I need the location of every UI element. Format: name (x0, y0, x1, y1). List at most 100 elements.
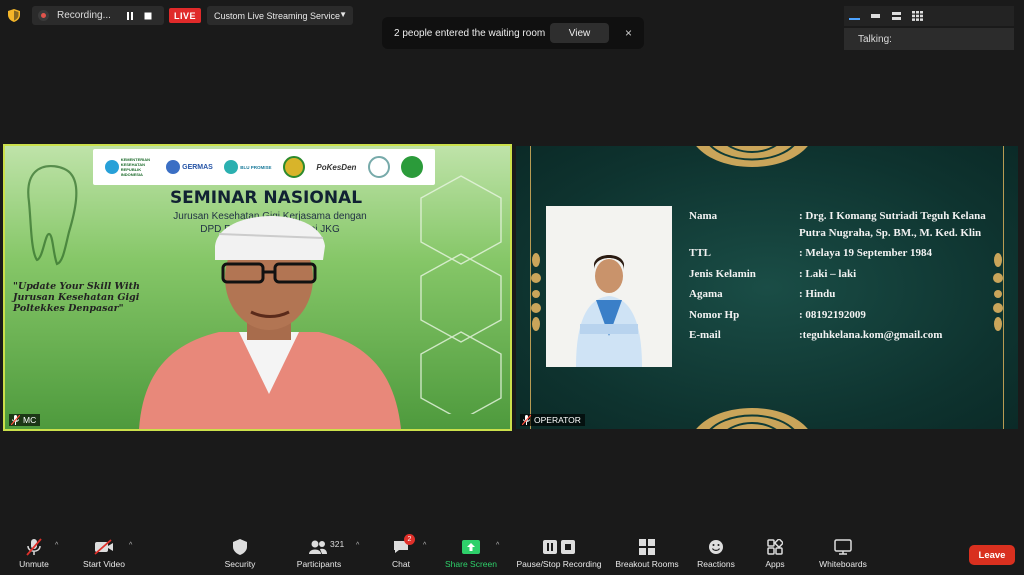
reactions-smiley-icon (708, 538, 724, 556)
breakout-rooms-icon (639, 538, 655, 556)
audio-options-caret-icon[interactable]: ^ (55, 542, 58, 549)
tooth-illustration (27, 165, 78, 266)
logo-text: KEMENTERIAN KESEHATAN REPUBLIK INDONESIA (120, 157, 151, 177)
stop-icon (144, 12, 152, 19)
poltekkes-seal-logo (282, 156, 305, 178)
live-stream-service-dropdown[interactable]: Custom Live Streaming Service ▼ (207, 6, 353, 25)
start-video-label: Start Video (83, 559, 125, 569)
pause-stop-icons (543, 538, 575, 556)
logo-text: PoKesDen (316, 162, 357, 172)
pause-stop-recording-button[interactable]: Pause/Stop Recording (513, 538, 605, 569)
presenter-mc-video (139, 215, 401, 429)
apps-label: Apps (765, 559, 785, 569)
bio-row-religion: Agama : Hindu (689, 286, 994, 303)
recording-indicator: Recording... (32, 6, 164, 25)
security-label: Security (224, 559, 256, 569)
notification-message: 2 people entered the waiting room (394, 27, 546, 39)
sponsor-logo-strip: KEMENTERIAN KESEHATAN REPUBLIK INDONESIA… (93, 149, 435, 185)
mic-muted-icon (11, 415, 20, 425)
bio-value: : Hindu (799, 288, 836, 300)
bio-key: TTL (689, 247, 712, 259)
pause-icon (543, 540, 557, 554)
apps-button[interactable]: Apps (760, 538, 790, 569)
bio-row-name: Nama : Drg. I Komang Sutriadi Teguh Kela… (689, 208, 994, 241)
breakout-rooms-button[interactable]: Breakout Rooms (612, 538, 682, 569)
video-options-caret-icon[interactable]: ^ (129, 542, 132, 549)
bio-value: : Laki – laki (799, 267, 857, 280)
view-waiting-room-button[interactable]: View (550, 23, 609, 43)
record-dot-icon (38, 10, 49, 21)
caret-down-icon: ▼ (339, 10, 347, 19)
reactions-button[interactable]: Reactions (694, 538, 738, 569)
stop-recording-button[interactable] (141, 9, 155, 23)
chat-unread-badge: 2 (404, 534, 415, 545)
logo-text: BLU PROMISE (240, 164, 272, 170)
bio-row-phone: Nomor Hp : 08192192009 (689, 307, 994, 324)
speaker-view-icon[interactable] (848, 10, 861, 22)
breakout-rooms-label: Breakout Rooms (615, 559, 679, 569)
speaker-photo (546, 206, 672, 367)
mandala-ornament-bottom (696, 408, 808, 429)
mandala-ornament-top (696, 146, 808, 167)
pause-icon (127, 11, 133, 20)
talking-indicator: Talking: (844, 28, 1014, 50)
chat-button[interactable]: 2 Chat (388, 534, 415, 569)
leave-button[interactable]: Leave (969, 545, 1015, 565)
participants-icon: 321 (293, 538, 345, 556)
participants-button[interactable]: 321 Participants (293, 538, 345, 569)
share-screen-icon (462, 538, 480, 556)
meeting-toolbar: Unmute ^ Start Video ^ Security 321 Part… (0, 530, 1024, 575)
whiteboards-button[interactable]: Whiteboards (815, 538, 871, 569)
video-tile-mc[interactable]: KEMENTERIAN KESEHATAN REPUBLIK INDONESIA… (3, 144, 512, 431)
organization-seal-logo (367, 156, 390, 178)
waiting-room-notification: 2 people entered the waiting room View × (382, 17, 644, 49)
bio-value: :teguhkelana.kom@gmail.com (799, 329, 943, 341)
chat-bubble-icon: 2 (393, 534, 415, 556)
security-button[interactable]: Security (220, 538, 260, 569)
germas-logo: GERMAS (166, 160, 213, 174)
view-options-panel: Talking: (844, 6, 1014, 50)
pause-stop-recording-label: Pause/Stop Recording (516, 559, 602, 569)
speaker-bio: Nama : Drg. I Komang Sutriadi Teguh Kela… (689, 208, 994, 344)
apps-icon (767, 538, 783, 556)
share-screen-button[interactable]: Share Screen (444, 538, 498, 569)
bio-key: Agama (689, 288, 723, 300)
share-screen-label: Share Screen (445, 559, 497, 569)
video-off-icon (94, 538, 114, 556)
share-caret-icon[interactable]: ^ (496, 542, 499, 549)
speaker-portrait-image (546, 206, 672, 367)
participant-label: OPERATOR (520, 414, 585, 426)
bio-value: : Melaya 19 September 1984 (799, 247, 932, 259)
start-video-button[interactable]: Start Video (80, 538, 128, 569)
stream-service-label: Custom Live Streaming Service (214, 10, 341, 21)
shield-icon[interactable] (8, 9, 20, 22)
participants-caret-icon[interactable]: ^ (356, 542, 359, 549)
bio-key: Nama (689, 210, 718, 222)
mic-muted-icon (522, 415, 531, 425)
side-ornament-left (531, 253, 541, 331)
live-badge[interactable]: LIVE (169, 8, 201, 23)
pause-recording-button[interactable] (123, 9, 137, 23)
pokesden-logo: PoKesDen (316, 163, 356, 172)
close-icon[interactable]: × (625, 26, 632, 40)
unmute-button[interactable]: Unmute (16, 538, 52, 569)
bio-key: E-mail (689, 329, 721, 341)
participant-label: MC (9, 414, 41, 426)
zoom-meeting-window: Recording... LIVE Custom Live Streaming … (0, 0, 1024, 575)
recording-label: Recording... (57, 10, 111, 21)
chat-caret-icon[interactable]: ^ (423, 542, 426, 549)
reactions-label: Reactions (697, 559, 735, 569)
bio-row-email: E-mail :teguhkelana.kom@gmail.com (689, 327, 994, 344)
grid-view-icon[interactable] (911, 10, 924, 22)
logo-text: GERMAS (182, 163, 213, 171)
bio-row-gender: Jenis Kelamin : Laki – laki (689, 266, 994, 283)
video-tile-operator[interactable]: Nama : Drg. I Komang Sutriadi Teguh Kela… (516, 146, 1018, 429)
layout-switcher (844, 6, 1014, 26)
whiteboards-label: Whiteboards (819, 559, 867, 569)
stacked-view-icon[interactable] (890, 10, 903, 22)
bio-row-ttl: TTL : Melaya 19 September 1984 (689, 245, 994, 262)
stop-icon (561, 540, 575, 554)
participants-label: Participants (296, 559, 342, 569)
gallery-strip-icon[interactable] (869, 10, 882, 22)
bio-value: : 08192192009 (799, 308, 866, 321)
